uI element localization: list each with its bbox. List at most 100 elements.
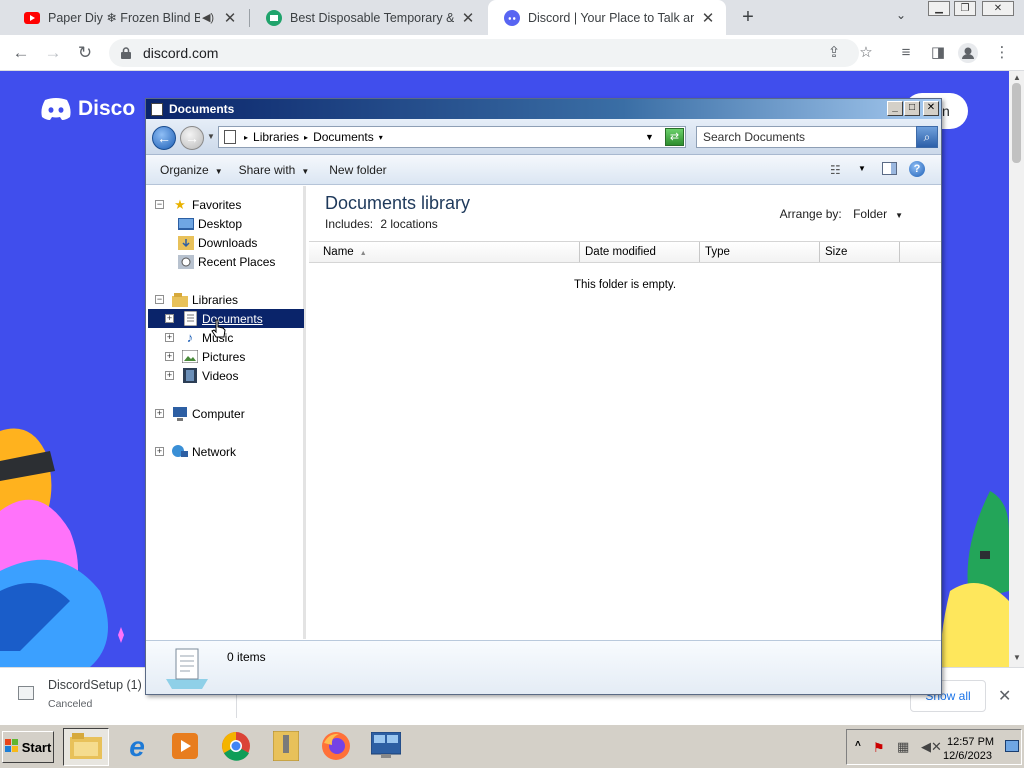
expand-icon[interactable]: + xyxy=(165,371,174,380)
nav-label: Downloads xyxy=(198,235,258,250)
taskbar-firefox[interactable] xyxy=(313,728,359,766)
collapse-icon[interactable]: − xyxy=(155,295,164,304)
expand-icon[interactable]: + xyxy=(155,409,164,418)
close-icon[interactable]: ✕ xyxy=(923,101,939,116)
search-icon[interactable]: ⌕ xyxy=(916,126,938,148)
arrange-value: Folder xyxy=(853,207,888,221)
help-icon[interactable]: ? xyxy=(909,161,925,177)
discord-logo[interactable]: Disco xyxy=(40,97,135,121)
volume-muted-icon[interactable]: ◀✕ xyxy=(921,739,942,755)
view-options-icon[interactable]: ☷ xyxy=(830,163,841,177)
taskbar-explorer[interactable] xyxy=(63,728,109,766)
media-icon[interactable]: ≡ xyxy=(896,43,916,63)
expand-icon[interactable]: + xyxy=(155,447,164,456)
breadcrumb-chevron-icon[interactable]: ▸ xyxy=(244,133,248,142)
page-scrollbar[interactable]: ▲ ▼ xyxy=(1009,71,1024,667)
taskbar-control-panel[interactable] xyxy=(363,728,409,766)
column-date-modified[interactable]: Date modified xyxy=(580,242,700,262)
explorer-title-bar[interactable]: Documents xyxy=(146,99,941,119)
arrange-label: Arrange by: xyxy=(779,207,842,221)
close-tab-icon[interactable]: ✕ xyxy=(222,10,238,27)
nav-label: Pictures xyxy=(202,349,246,364)
url-text: discord.com xyxy=(143,45,219,61)
arrange-by-dropdown[interactable]: Folder ▼ xyxy=(853,207,903,221)
preview-pane-icon[interactable] xyxy=(882,162,897,175)
show-desktop-icon[interactable] xyxy=(1005,740,1019,752)
breadcrumb-documents[interactable]: Documents xyxy=(313,130,374,144)
taskbar-internet-explorer[interactable]: e xyxy=(114,728,160,766)
taskbar-file-manager[interactable] xyxy=(263,728,309,766)
forward-icon[interactable]: → xyxy=(42,42,64,64)
back-icon[interactable]: ← xyxy=(152,126,176,150)
close-tab-icon[interactable]: ✕ xyxy=(700,10,716,27)
column-name[interactable]: Name ▲ xyxy=(309,242,580,262)
nav-desktop[interactable]: Desktop xyxy=(178,214,242,233)
nav-videos[interactable]: + Videos xyxy=(165,366,238,385)
tab-discord[interactable]: Discord | Your Place to Talk and H ✕ xyxy=(488,0,726,35)
show-hidden-icons[interactable]: ˄ xyxy=(855,739,861,750)
new-folder-button[interactable]: New folder xyxy=(329,163,386,177)
breadcrumb-libraries[interactable]: Libraries xyxy=(253,130,299,144)
breadcrumb-chevron-icon[interactable]: ▸ xyxy=(304,133,308,142)
collapse-icon[interactable]: − xyxy=(155,200,164,209)
expand-icon[interactable]: + xyxy=(165,333,174,342)
organize-label: Organize xyxy=(160,162,209,177)
nav-downloads[interactable]: Downloads xyxy=(178,233,257,252)
clock-time[interactable]: 12:57 PM xyxy=(947,736,994,748)
search-input[interactable]: Search Documents ⌕ xyxy=(696,126,938,148)
menu-kebab-icon[interactable]: ⋮ xyxy=(992,43,1012,63)
nav-pictures[interactable]: + Pictures xyxy=(165,347,245,366)
expand-icon[interactable]: + xyxy=(165,314,174,323)
chevron-down-icon: ▼ xyxy=(301,166,310,176)
recent-pages-chevron-icon[interactable]: ▼ xyxy=(207,132,215,141)
restore-icon[interactable]: ❐ xyxy=(954,1,976,16)
maximize-icon[interactable]: □ xyxy=(904,101,920,116)
action-center-icon[interactable]: ⚑ xyxy=(873,740,885,756)
close-tab-icon[interactable]: ✕ xyxy=(460,10,476,27)
expand-icon[interactable]: + xyxy=(165,352,174,361)
view-chevron-icon[interactable]: ▼ xyxy=(858,164,866,173)
nav-computer[interactable]: + Computer xyxy=(155,404,245,423)
nav-recent-places[interactable]: Recent Places xyxy=(178,252,275,271)
close-window-icon[interactable]: ✕ xyxy=(982,1,1014,16)
scrollbar-thumb[interactable] xyxy=(1012,83,1021,163)
minimize-icon[interactable]: ▁ xyxy=(928,1,950,16)
audio-icon[interactable]: ◀) xyxy=(200,10,216,26)
nav-libraries[interactable]: − Libraries xyxy=(155,290,238,309)
side-panel-icon[interactable]: ◨ xyxy=(928,43,948,63)
profile-icon[interactable] xyxy=(958,43,978,63)
bookmark-star-icon[interactable]: ☆ xyxy=(856,43,876,63)
breadcrumb-chevron-icon[interactable]: ▾ xyxy=(379,133,383,142)
taskbar-media-player[interactable] xyxy=(162,728,208,766)
reload-icon[interactable]: ↻ xyxy=(74,42,96,64)
tab-title: Paper Diy ❄ Frozen Blind Ba xyxy=(48,11,200,25)
refresh-icon[interactable]: ⇄ xyxy=(665,128,684,146)
minimize-icon[interactable]: _ xyxy=(887,101,903,116)
forward-icon[interactable]: → xyxy=(180,126,204,150)
close-downloads-icon[interactable]: ✕ xyxy=(998,686,1011,706)
share-with-button[interactable]: Share with ▼ xyxy=(239,163,310,177)
network-status-icon[interactable]: ▦ xyxy=(897,739,909,755)
column-size[interactable]: Size xyxy=(820,242,900,262)
explorer-address-bar[interactable]: ▸ Libraries ▸ Documents ▾ ▼ ⇄ xyxy=(218,126,686,148)
locations-link[interactable]: 2 locations xyxy=(380,217,437,231)
sort-up-icon: ▲ xyxy=(359,250,367,257)
back-icon[interactable]: ← xyxy=(10,42,32,64)
windows-flag-icon xyxy=(4,738,19,756)
scroll-up-icon[interactable]: ▲ xyxy=(1013,73,1021,82)
tab-temp-mail[interactable]: Best Disposable Temporary & Fal ✕ xyxy=(250,0,486,35)
address-bar[interactable]: discord.com xyxy=(109,39,859,67)
column-type[interactable]: Type xyxy=(700,242,820,262)
share-icon[interactable]: ⇪ xyxy=(824,43,844,63)
start-button[interactable]: Start xyxy=(2,731,54,763)
clock-date[interactable]: 12/6/2023 xyxy=(943,750,992,762)
new-tab-button[interactable]: + xyxy=(737,6,759,28)
taskbar-chrome[interactable] xyxy=(213,728,259,766)
address-dropdown-icon[interactable]: ▼ xyxy=(645,132,654,142)
tab-youtube[interactable]: Paper Diy ❄ Frozen Blind Ba ◀) ✕ xyxy=(8,0,248,35)
organize-button[interactable]: Organize ▼ xyxy=(160,163,223,177)
nav-network[interactable]: + Network xyxy=(155,442,236,461)
scroll-down-icon[interactable]: ▼ xyxy=(1013,653,1021,662)
tab-search-chevron-icon[interactable]: ⌄ xyxy=(896,8,906,22)
nav-favorites[interactable]: − ★ Favorites xyxy=(155,195,241,214)
